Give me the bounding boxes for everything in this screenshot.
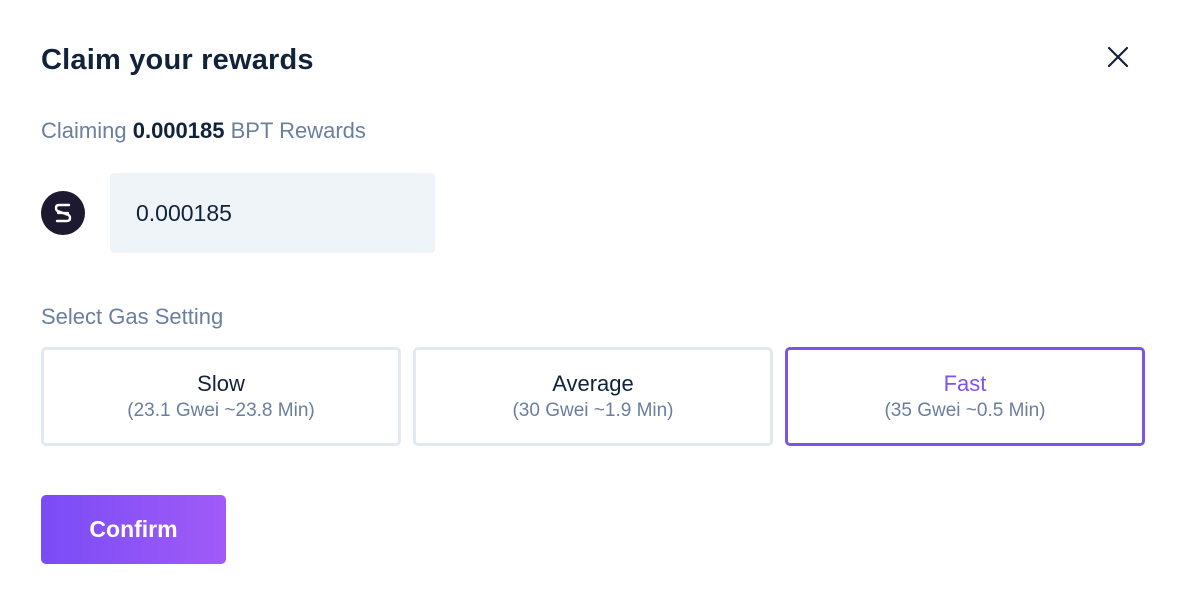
- gas-options: Slow (23.1 Gwei ~23.8 Min) Average (30 G…: [41, 347, 1145, 446]
- close-icon: [1107, 46, 1129, 71]
- gas-option-fast[interactable]: Fast (35 Gwei ~0.5 Min): [785, 347, 1145, 446]
- token-logo-icon: [41, 191, 85, 235]
- gas-option-name: Fast: [943, 370, 987, 396]
- gas-option-name: Average: [552, 370, 634, 396]
- claim-suffix: BPT Rewards: [230, 118, 366, 143]
- close-button[interactable]: [1100, 40, 1136, 76]
- gas-setting-label: Select Gas Setting: [41, 304, 224, 329]
- gas-option-detail: (35 Gwei ~0.5 Min): [884, 399, 1046, 421]
- gas-option-slow[interactable]: Slow (23.1 Gwei ~23.8 Min): [41, 347, 401, 446]
- gas-option-average[interactable]: Average (30 Gwei ~1.9 Min): [413, 347, 773, 446]
- claim-amount-input[interactable]: [110, 173, 435, 253]
- claim-rewards-modal: Claim your rewards Claiming 0.000185 BPT…: [0, 0, 1185, 606]
- claim-amount: 0.000185: [132, 118, 225, 143]
- modal-title: Claim your rewards: [41, 44, 314, 76]
- claim-summary: Claiming 0.000185 BPT Rewards: [41, 118, 366, 144]
- gas-option-name: Slow: [197, 370, 245, 396]
- confirm-button[interactable]: Confirm: [41, 495, 226, 564]
- gas-option-detail: (23.1 Gwei ~23.8 Min): [127, 399, 315, 421]
- claim-prefix: Claiming: [41, 118, 127, 143]
- gas-option-detail: (30 Gwei ~1.9 Min): [512, 399, 674, 421]
